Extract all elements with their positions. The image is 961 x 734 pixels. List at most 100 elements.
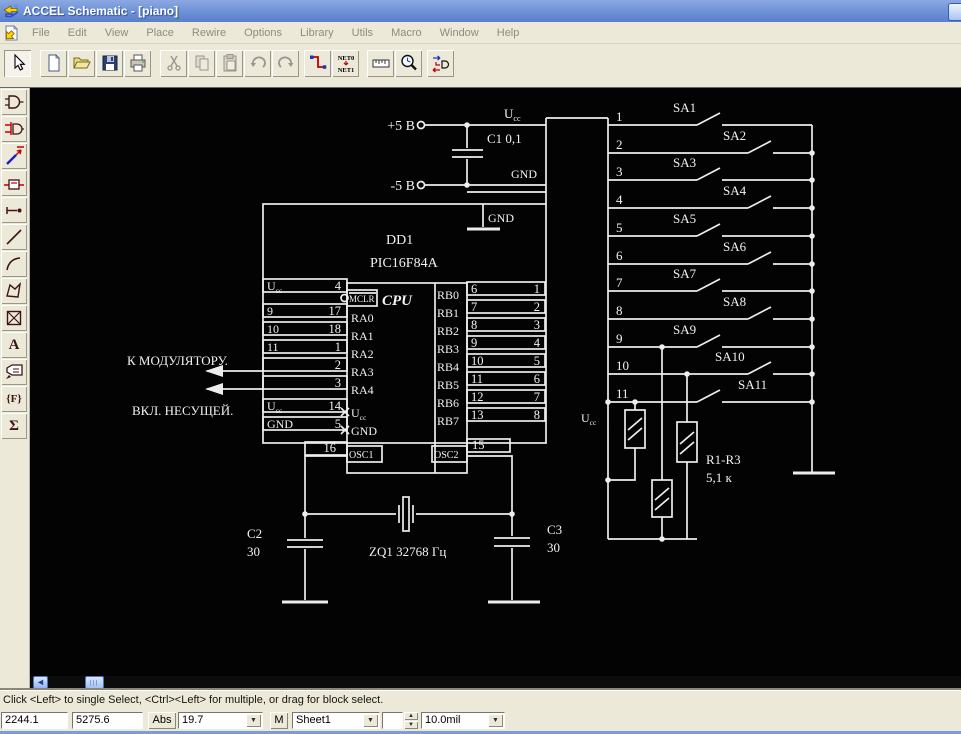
net-number: 6 [534, 372, 540, 386]
zoom-tool-button[interactable] [395, 49, 422, 77]
place-text-button[interactable]: A [1, 332, 27, 358]
pin-number: 3 [335, 376, 341, 390]
place-field-button[interactable]: {F} [1, 386, 27, 412]
junction-dot [632, 399, 638, 405]
sheet-dropdown[interactable]: Sheet1 ▼ [292, 712, 380, 729]
place-port-button[interactable] [1, 170, 27, 196]
window-title: ACCEL Schematic - [piano] [23, 4, 179, 18]
menu-place[interactable]: Place [137, 24, 183, 42]
menu-rewire[interactable]: Rewire [183, 24, 235, 42]
junction-dot [809, 344, 815, 350]
place-wire-button[interactable] [1, 116, 27, 142]
pin-name: Ucc [351, 406, 367, 422]
copy-button[interactable] [188, 49, 215, 77]
cut-button[interactable] [160, 49, 187, 77]
spin-up-button[interactable]: ▲ [404, 712, 418, 720]
menu-window[interactable]: Window [431, 24, 488, 42]
save-file-button[interactable] [96, 49, 123, 77]
rename-net-tool-button[interactable]: NET0 NET1 [332, 49, 359, 77]
chevron-down-icon[interactable]: ▼ [488, 714, 503, 727]
select-tool-button[interactable] [4, 49, 31, 77]
menu-view[interactable]: View [96, 24, 138, 42]
pin-name: RB0 [437, 288, 459, 302]
place-arc-button[interactable] [1, 251, 27, 277]
gnd-label: GND [511, 167, 537, 181]
schematic-wire [696, 389, 721, 403]
place-line-button[interactable] [1, 224, 27, 250]
junction-dot [809, 371, 815, 377]
sheet-spinner[interactable]: ▲ ▼ [404, 712, 418, 729]
junction-dot [464, 182, 470, 188]
chevron-down-icon[interactable]: ▼ [363, 714, 378, 727]
sheet-number-field[interactable] [382, 712, 403, 729]
place-attribute-button[interactable] [1, 359, 27, 385]
status-hint: Click <Left> to single Select, <Ctrl><Le… [3, 694, 384, 706]
place-polygon-button[interactable] [1, 278, 27, 304]
grid-spacing-dropdown[interactable]: 10.0mil ▼ [421, 712, 505, 729]
menu-options[interactable]: Options [235, 24, 291, 42]
chip-refdes: DD1 [386, 233, 413, 248]
menu-macro[interactable]: Macro [382, 24, 431, 42]
menu-help[interactable]: Help [488, 24, 529, 42]
open-file-button[interactable] [68, 49, 95, 77]
print-button[interactable] [124, 49, 151, 77]
new-document-button[interactable] [40, 49, 67, 77]
undo-button[interactable] [244, 49, 271, 77]
key-row-number: 10 [616, 358, 629, 373]
menu-library[interactable]: Library [291, 24, 343, 42]
document-icon[interactable] [2, 24, 20, 41]
scroll-thumb[interactable] [85, 676, 104, 689]
app-icon [3, 4, 19, 18]
zoom-level-dropdown[interactable]: 19.7 ▼ [178, 712, 263, 729]
schematic-drawing[interactable]: 1 SA1 2 SA2 3 SA3 4 SA4 5 SA5 6 SA6 7 SA7 8 SA8 9 SA9 10 SA… [30, 88, 961, 676]
crystal-body [402, 496, 410, 532]
place-ref-point-button[interactable] [1, 305, 27, 331]
junction-dot [659, 344, 665, 350]
schematic-canvas[interactable]: 1 SA1 2 SA2 3 SA3 4 SA4 5 SA5 6 SA6 7 SA7 8 SA8 9 SA9 10 SA… [30, 88, 961, 676]
measure-tool-button[interactable] [367, 49, 394, 77]
menu-file[interactable]: File [23, 24, 59, 42]
window-control-partial[interactable] [948, 3, 961, 21]
net-label: Ucc [267, 399, 283, 415]
connectivity-tool-button[interactable] [427, 49, 454, 77]
net-number: 5 [534, 354, 540, 368]
signal-label: К МОДУЛЯТОРУ. [127, 353, 228, 368]
spin-down-button[interactable]: ▼ [404, 721, 418, 729]
place-ieee-symbol-button[interactable]: Σ [1, 413, 27, 439]
chevron-down-icon[interactable]: ▼ [246, 714, 261, 727]
menu-edit[interactable]: Edit [59, 24, 96, 42]
place-ieee-symbol-glyph: Σ [9, 417, 19, 434]
pin-name: OSC2 [434, 450, 458, 461]
switch-label: SA3 [673, 155, 696, 170]
place-pin-button[interactable] [1, 197, 27, 223]
paste-button[interactable] [216, 49, 243, 77]
y-coordinate-field[interactable]: 5275.6 [72, 712, 143, 729]
pin-name: RA4 [351, 383, 374, 397]
key-row-number: 5 [616, 220, 623, 235]
pin-name: RB7 [437, 414, 459, 428]
macro-button[interactable]: M [270, 712, 288, 729]
pin-number: 11 [471, 372, 483, 386]
junction-dot [659, 536, 665, 542]
abs-rel-button[interactable]: Abs [148, 712, 176, 729]
place-bus-button[interactable] [1, 143, 27, 169]
place-wire-tool-button[interactable] [304, 49, 331, 77]
pin-name: GND [351, 424, 377, 438]
redo-button[interactable] [272, 49, 299, 77]
horizontal-scrollbar[interactable]: ◄ [30, 676, 961, 690]
net-number: 7 [534, 390, 540, 404]
zoom-level-value: 19.7 [182, 714, 204, 726]
key-row-number: 1 [616, 109, 623, 124]
menu-items: File Edit View Place Rewire Options Library Uti… [23, 24, 528, 42]
junction-dot [302, 511, 308, 517]
junction-dot [809, 261, 815, 267]
c2-label: C2 [247, 526, 262, 541]
switch-label: SA11 [738, 377, 767, 392]
place-part-button[interactable] [1, 89, 27, 115]
x-coordinate-field[interactable]: 2244.1 [1, 712, 68, 729]
title-bar[interactable]: ACCEL Schematic - [piano] [0, 0, 961, 22]
svg-text:NET0: NET0 [337, 55, 354, 62]
menu-utils[interactable]: Utils [343, 24, 382, 42]
minus5-terminal [416, 180, 426, 190]
scroll-left-button[interactable]: ◄ [33, 676, 48, 689]
